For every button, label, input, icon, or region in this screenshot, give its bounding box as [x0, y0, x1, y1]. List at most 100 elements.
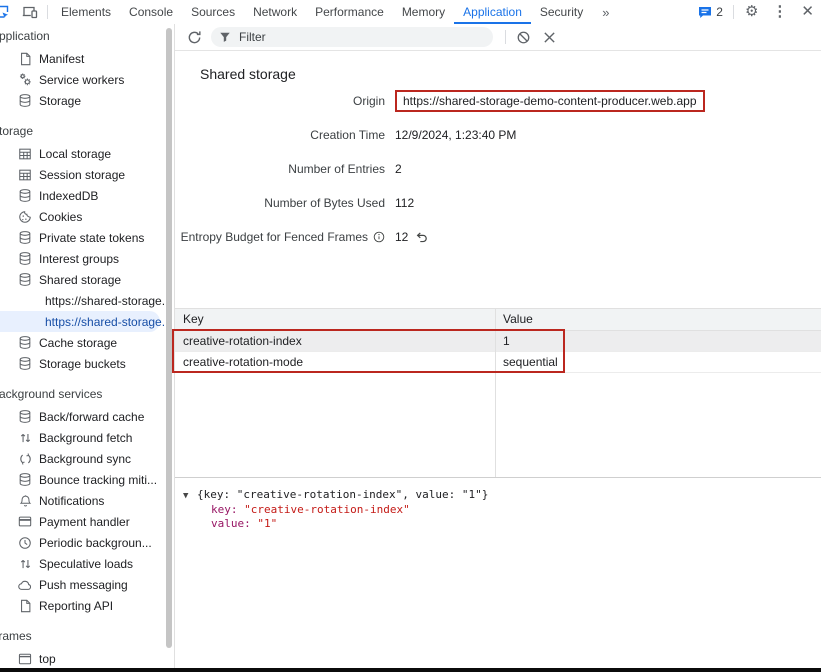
metadata-label: Number of Entries — [288, 162, 385, 176]
metadata-row-origin: Originhttps://shared-storage-demo-conten… — [175, 84, 821, 118]
info-icon[interactable] — [373, 231, 385, 243]
metadata-value: https://shared-storage-demo-content-prod… — [395, 90, 705, 112]
tab-network[interactable]: Network — [244, 0, 306, 24]
sidebar-item-reporting-api[interactable]: Reporting API — [0, 595, 174, 616]
refresh-icon[interactable] — [187, 30, 202, 45]
sidebar-item-label: Push messaging — [39, 578, 128, 592]
sidebar-item-session-storage[interactable]: Session storage — [0, 164, 174, 185]
expand-caret-icon[interactable]: ▾ — [0, 273, 5, 284]
sidebar-item-label: Manifest — [39, 52, 84, 66]
database-icon — [17, 409, 33, 425]
tab-security[interactable]: Security — [531, 0, 592, 24]
sidebar-scrollbar[interactable] — [166, 28, 172, 648]
sidebar-item-top[interactable]: top — [0, 648, 174, 669]
sidebar-item-periodic-backgroun[interactable]: Periodic backgroun... — [0, 532, 174, 553]
sidebar-section-background-services: Background services — [0, 386, 174, 402]
block-icon[interactable] — [516, 30, 531, 45]
metadata-row-number-of-entries: Number of Entries2 — [175, 152, 821, 186]
database-icon — [17, 251, 33, 267]
cell-value: 1 — [495, 331, 821, 351]
metadata-report: Originhttps://shared-storage-demo-conten… — [175, 84, 821, 254]
object-properties: key: "creative-rotation-index"value: "1" — [183, 503, 821, 531]
sidebar-item-indexeddb[interactable]: IndexedDB — [0, 185, 174, 206]
inspect-icon[interactable] — [0, 0, 11, 24]
metadata-row-number-of-bytes-used: Number of Bytes Used112 — [175, 186, 821, 220]
payment-card-icon — [17, 514, 33, 530]
sidebar-item-background-fetch[interactable]: Background fetch — [0, 427, 174, 448]
sidebar-item-label: Cookies — [39, 210, 82, 224]
sidebar-item-label: Back/forward cache — [39, 410, 144, 424]
sidebar-item-private-state-tokens[interactable]: Private state tokens — [0, 227, 174, 248]
tab-performance[interactable]: Performance — [306, 0, 393, 24]
sidebar-item-service-workers[interactable]: Service workers — [0, 69, 174, 90]
devtools-tabbar: ElementsConsoleSourcesNetworkPerformance… — [0, 0, 821, 25]
sidebar-item-label: Payment handler — [39, 515, 130, 529]
table-row[interactable]: creative-rotation-modesequential — [175, 352, 821, 373]
sidebar-item-manifest[interactable]: Manifest — [0, 48, 174, 69]
sidebar-item-storage-buckets[interactable]: Storage buckets — [0, 353, 174, 374]
reset-budget-icon[interactable] — [415, 231, 428, 243]
metadata-row-entropy-budget-for-fenced-frames: Entropy Budget for Fenced Frames12 — [175, 220, 821, 254]
filter-input[interactable] — [237, 29, 485, 45]
sidebar-item-label: Local storage — [39, 147, 111, 161]
sidebar-item-bounce-tracking-miti[interactable]: Bounce tracking miti... — [0, 469, 174, 490]
sidebar-item-cookies[interactable]: Cookies — [0, 206, 174, 227]
tab-console[interactable]: Console — [120, 0, 182, 24]
device-toolbar-icon[interactable] — [17, 0, 43, 24]
sidebar-item-notifications[interactable]: Notifications — [0, 490, 174, 511]
panel-tabs: ElementsConsoleSourcesNetworkPerformance… — [52, 0, 592, 24]
metadata-label: Creation Time — [310, 128, 385, 142]
frame-icon — [17, 651, 33, 667]
column-header-value[interactable]: Value — [495, 309, 821, 330]
bottom-edge-bar — [0, 668, 821, 672]
tab-sources[interactable]: Sources — [182, 0, 244, 24]
cell-key: creative-rotation-mode — [175, 352, 495, 372]
sidebar-item-back-forward-cache[interactable]: Back/forward cache — [0, 406, 174, 427]
metadata-row-creation-time: Creation Time 12/9/2024, 1:23:40 PM — [175, 118, 821, 152]
sidebar-item-https-shared-storage[interactable]: https://shared-storage... — [0, 290, 174, 311]
sidebar-item-local-storage[interactable]: Local storage — [0, 143, 174, 164]
metadata-value: 12 — [395, 230, 408, 244]
database-icon — [17, 188, 33, 204]
sidebar-item-storage[interactable]: Storage — [0, 90, 174, 111]
property-name: key — [211, 503, 231, 516]
sidebar-item-interest-groups[interactable]: Interest groups — [0, 248, 174, 269]
sidebar-item-cache-storage[interactable]: Cache storage — [0, 332, 174, 353]
devtools-window: ElementsConsoleSourcesNetworkPerformance… — [0, 0, 821, 672]
column-divider[interactable] — [495, 309, 496, 478]
sidebar-item-background-sync[interactable]: Background sync — [0, 448, 174, 469]
database-icon — [17, 230, 33, 246]
entry-preview: ▼ {key: "creative-rotation-index", value… — [175, 478, 821, 668]
tab-application[interactable]: Application — [454, 0, 531, 24]
issues-button[interactable]: 2 — [692, 5, 729, 19]
tab-memory[interactable]: Memory — [393, 0, 454, 24]
document-icon — [17, 51, 33, 67]
sidebar-item-label: Service workers — [39, 73, 124, 87]
object-property: key: "creative-rotation-index" — [183, 503, 821, 517]
property-value: "creative-rotation-index" — [244, 503, 410, 516]
kebab-menu-icon[interactable]: ⋮ — [765, 0, 794, 24]
sidebar-item-label: Cache storage — [39, 336, 117, 350]
issues-icon — [698, 6, 712, 19]
table-row[interactable]: creative-rotation-index1 — [175, 331, 821, 352]
clear-icon[interactable] — [543, 31, 556, 44]
devtools-content: ApplicationManifestService workersStorag… — [0, 24, 821, 672]
metadata-value: 12/9/2024, 1:23:40 PM — [395, 128, 516, 142]
column-header-key[interactable]: Key — [175, 309, 495, 330]
sidebar-item-payment-handler[interactable]: Payment handler — [0, 511, 174, 532]
sync-icon — [17, 451, 33, 467]
more-tabs-button[interactable]: » — [592, 5, 619, 20]
sidebar-item-label: Bounce tracking miti... — [39, 473, 157, 487]
sidebar-item-push-messaging[interactable]: Push messaging — [0, 574, 174, 595]
expand-caret-icon[interactable]: ▼ — [183, 489, 197, 503]
close-icon[interactable]: ✕ — [794, 0, 821, 24]
sidebar-item-label: Session storage — [39, 168, 125, 182]
sidebar-item-shared-storage[interactable]: ▾Shared storage — [0, 269, 174, 290]
tab-elements[interactable]: Elements — [52, 0, 120, 24]
sidebar-item-speculative-loads[interactable]: Speculative loads — [0, 553, 174, 574]
sidebar-item-https-shared-storage[interactable]: https://shared-storage... — [0, 311, 160, 332]
settings-gear-icon[interactable]: ⚙ — [738, 0, 765, 24]
cell-value: sequential — [495, 352, 821, 372]
database-icon — [17, 472, 33, 488]
funnel-icon — [219, 31, 231, 43]
